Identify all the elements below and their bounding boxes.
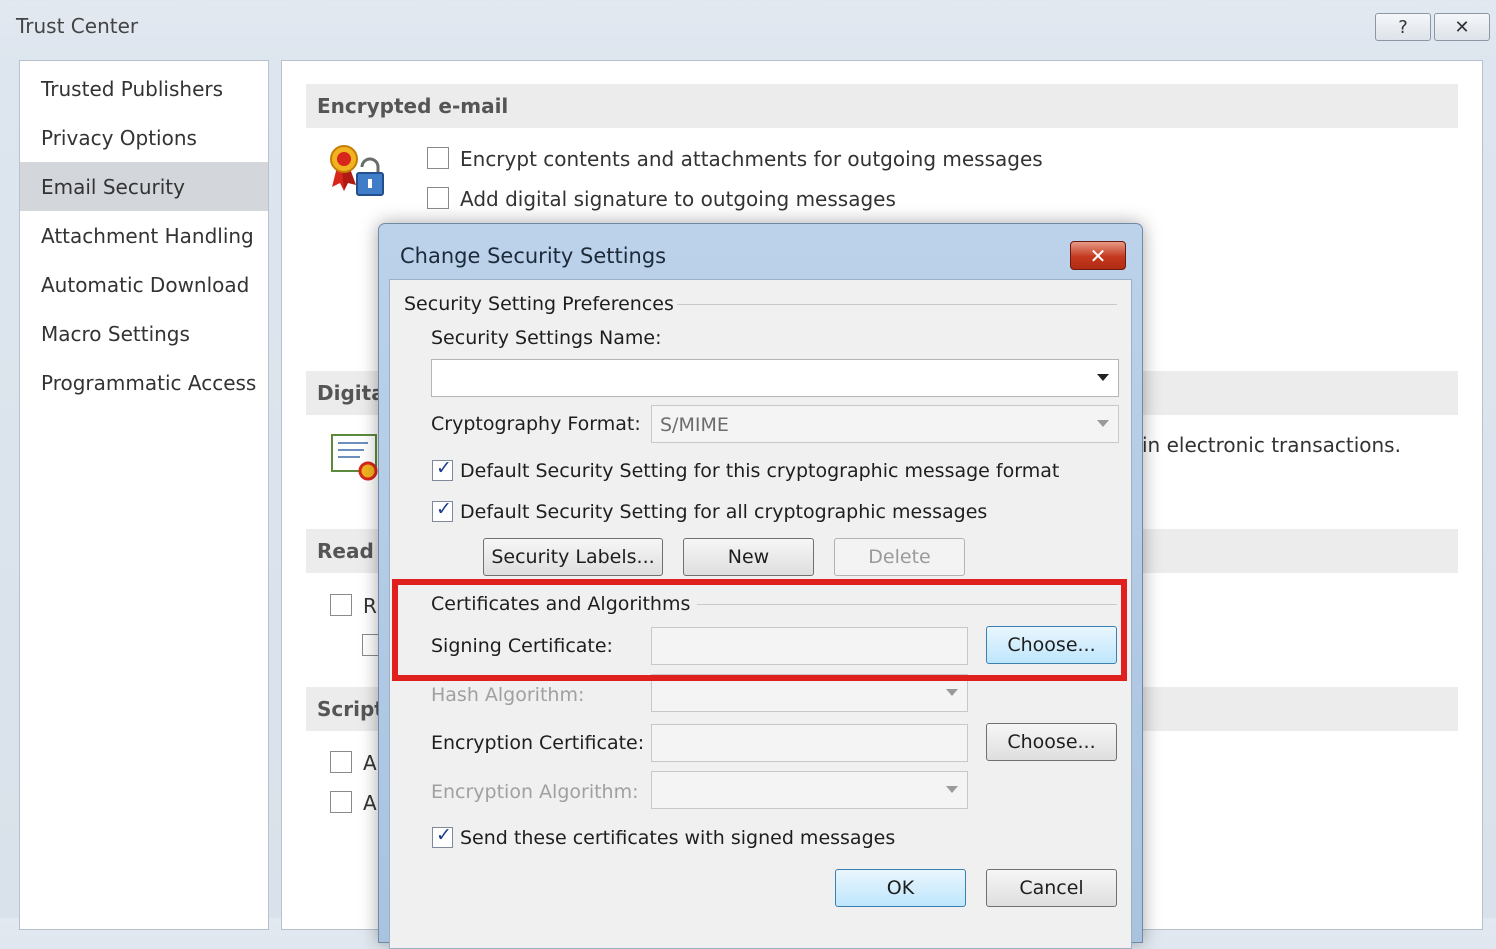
send-certs-label: Send these certificates with signed mess… [460, 827, 896, 849]
sidebar-item-privacy-options[interactable]: Privacy Options [20, 113, 268, 162]
window-title: Trust Center [16, 14, 139, 38]
dialog-title: Change Security Settings [400, 244, 667, 268]
sidebar-item-macro-settings[interactable]: Macro Settings [20, 309, 268, 358]
encryption-algorithm-select[interactable] [651, 771, 968, 809]
script-option-2-checkbox[interactable] [330, 791, 352, 813]
default-all-checkbox[interactable] [432, 498, 453, 522]
encryption-cert-label: Encryption Certificate: [431, 732, 645, 754]
encrypt-contents-label: Encrypt contents and attachments for out… [460, 147, 1043, 171]
script-option-2-label: A [363, 791, 377, 815]
chevron-down-icon [946, 689, 958, 696]
chevron-down-icon [1097, 420, 1109, 427]
script-option-1-label: A [363, 751, 377, 775]
default-this-format-checkbox[interactable] [432, 457, 453, 481]
sidebar: Trusted Publishers Privacy Options Email… [19, 60, 269, 930]
encrypted-email-heading: Encrypted e-mail [306, 84, 1458, 128]
new-button[interactable]: New [683, 538, 814, 576]
prefs-group-divider [677, 304, 1117, 305]
sidebar-item-programmatic-access[interactable]: Programmatic Access [20, 358, 268, 407]
default-this-format-label: Default Security Setting for this crypto… [460, 460, 1060, 482]
sidebar-item-email-security[interactable]: Email Security [20, 162, 268, 211]
encryption-algorithm-label: Encryption Algorithm: [431, 781, 639, 803]
close-icon: ✕ [1089, 243, 1107, 268]
certificate-icon [331, 434, 378, 481]
sidebar-item-trusted-publishers[interactable]: Trusted Publishers [20, 64, 268, 113]
choose-encryption-cert-button[interactable]: Choose... [986, 723, 1117, 761]
encryption-cert-field[interactable] [651, 724, 968, 762]
security-labels-button[interactable]: Security Labels... [483, 538, 663, 576]
crypto-format-label: Cryptography Format: [431, 413, 641, 435]
encrypt-contents-checkbox[interactable] [427, 147, 449, 169]
sidebar-item-automatic-download[interactable]: Automatic Download [20, 260, 268, 309]
sidebar-item-attachment-handling[interactable]: Attachment Handling [20, 211, 268, 260]
cancel-button[interactable]: Cancel [986, 869, 1117, 907]
ok-button[interactable]: OK [835, 869, 966, 907]
crypto-format-select[interactable]: S/MIME [651, 405, 1119, 443]
read-plain-text-label: R [363, 594, 377, 618]
chevron-down-icon [1097, 374, 1109, 381]
read-plain-text-checkbox[interactable] [330, 594, 352, 616]
prefs-group-label: Security Setting Preferences [404, 293, 674, 315]
settings-name-combo[interactable] [431, 359, 1119, 397]
default-all-label: Default Security Setting for all cryptog… [460, 501, 988, 523]
dialog-close-button[interactable]: ✕ [1070, 241, 1126, 270]
delete-button[interactable]: Delete [834, 538, 965, 576]
window-close-button[interactable]: ✕ [1434, 13, 1490, 41]
encryption-ribbon-lock-icon [330, 145, 384, 196]
script-option-1-checkbox[interactable] [330, 751, 352, 773]
close-icon: ✕ [1454, 16, 1470, 38]
hash-algorithm-label: Hash Algorithm: [431, 684, 585, 706]
question-icon: ? [1398, 16, 1408, 38]
help-button[interactable]: ? [1375, 13, 1431, 41]
crypto-format-value: S/MIME [660, 414, 729, 436]
settings-name-label: Security Settings Name: [431, 327, 662, 349]
highlight-box [392, 579, 1127, 681]
add-signature-label: Add digital signature to outgoing messag… [460, 187, 896, 211]
chevron-down-icon [946, 786, 958, 793]
send-certs-checkbox[interactable] [432, 824, 453, 848]
digital-ids-description: in electronic transactions. [1142, 433, 1401, 457]
add-signature-checkbox[interactable] [427, 187, 449, 209]
